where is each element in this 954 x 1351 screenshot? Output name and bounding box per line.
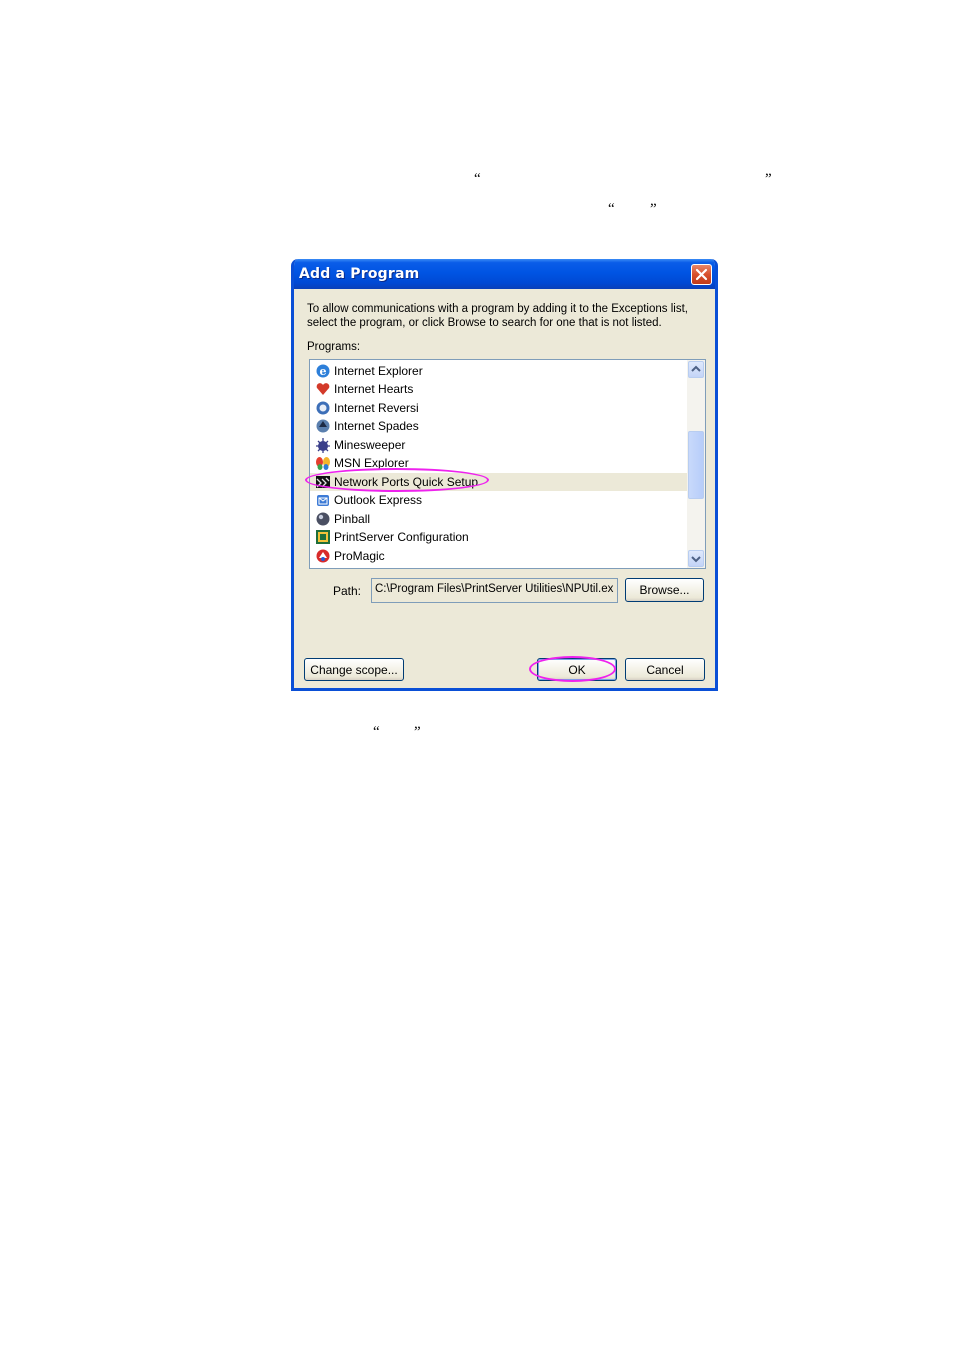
- cancel-button[interactable]: Cancel: [625, 658, 705, 681]
- list-item[interactable]: e Internet Explorer: [310, 362, 687, 380]
- quote-mark-close: ”: [650, 201, 657, 217]
- dialog-title: Add a Program: [299, 266, 420, 282]
- title-bar[interactable]: Add a Program: [294, 259, 715, 289]
- cancel-button-label: Cancel: [646, 663, 684, 677]
- close-button[interactable]: [691, 264, 712, 285]
- browse-button-label: Browse...: [639, 583, 690, 597]
- list-item[interactable]: PrintServer Configuration: [310, 528, 687, 546]
- hearts-icon: [316, 383, 330, 395]
- spades-icon: [316, 419, 330, 433]
- path-label: Path:: [333, 584, 362, 598]
- internet-explorer-icon: e: [316, 364, 330, 378]
- list-item[interactable]: Internet Reversi: [310, 399, 687, 417]
- description-line-2: select the program, or click Browse to s…: [307, 317, 662, 329]
- list-item[interactable]: Internet Spades: [310, 417, 687, 435]
- browse-button[interactable]: Browse...: [625, 578, 704, 602]
- programs-list[interactable]: e Internet Explorer Internet Hearts Inte…: [309, 359, 706, 569]
- chevron-up-icon: [691, 365, 701, 372]
- reversi-icon: [316, 401, 330, 415]
- svg-text:e: e: [320, 365, 327, 378]
- change-scope-button-label: Change scope...: [310, 663, 398, 677]
- outlook-express-icon: [317, 495, 329, 506]
- change-scope-button[interactable]: Change scope...: [304, 658, 404, 681]
- description-line-1: To allow communications with a program b…: [307, 303, 688, 315]
- scroll-thumb[interactable]: [688, 431, 704, 499]
- list-item[interactable]: ProMagic: [310, 547, 687, 565]
- path-input[interactable]: C:\Program Files\PrintServer Utilities\N…: [371, 578, 618, 603]
- minesweeper-icon: [316, 438, 330, 453]
- programs-scrollbar[interactable]: [687, 360, 705, 568]
- printserver-icon: [316, 530, 330, 544]
- programs-label: Programs:: [307, 341, 361, 353]
- quote-mark-close: ”: [414, 724, 421, 740]
- quote-mark-open: “: [373, 724, 380, 740]
- msn-butterfly-icon: [316, 457, 330, 470]
- chevron-down-icon: [691, 556, 701, 563]
- list-item[interactable]: Pinball: [310, 510, 687, 528]
- highlight-oval-selected-program: [305, 468, 489, 492]
- quote-mark-close: ”: [765, 171, 772, 187]
- pinball-icon: [316, 512, 330, 526]
- list-item[interactable]: Minesweeper: [310, 436, 687, 454]
- promagic-icon: [316, 549, 330, 563]
- list-item[interactable]: Outlook Express: [310, 491, 687, 509]
- scroll-down-button[interactable]: [688, 550, 704, 567]
- close-icon: [695, 268, 708, 281]
- quote-mark-open: “: [608, 201, 615, 217]
- scroll-up-button[interactable]: [688, 361, 704, 378]
- quote-mark-open: “: [474, 171, 481, 187]
- highlight-oval-ok-button: [529, 656, 616, 682]
- list-item[interactable]: Internet Hearts: [310, 380, 687, 398]
